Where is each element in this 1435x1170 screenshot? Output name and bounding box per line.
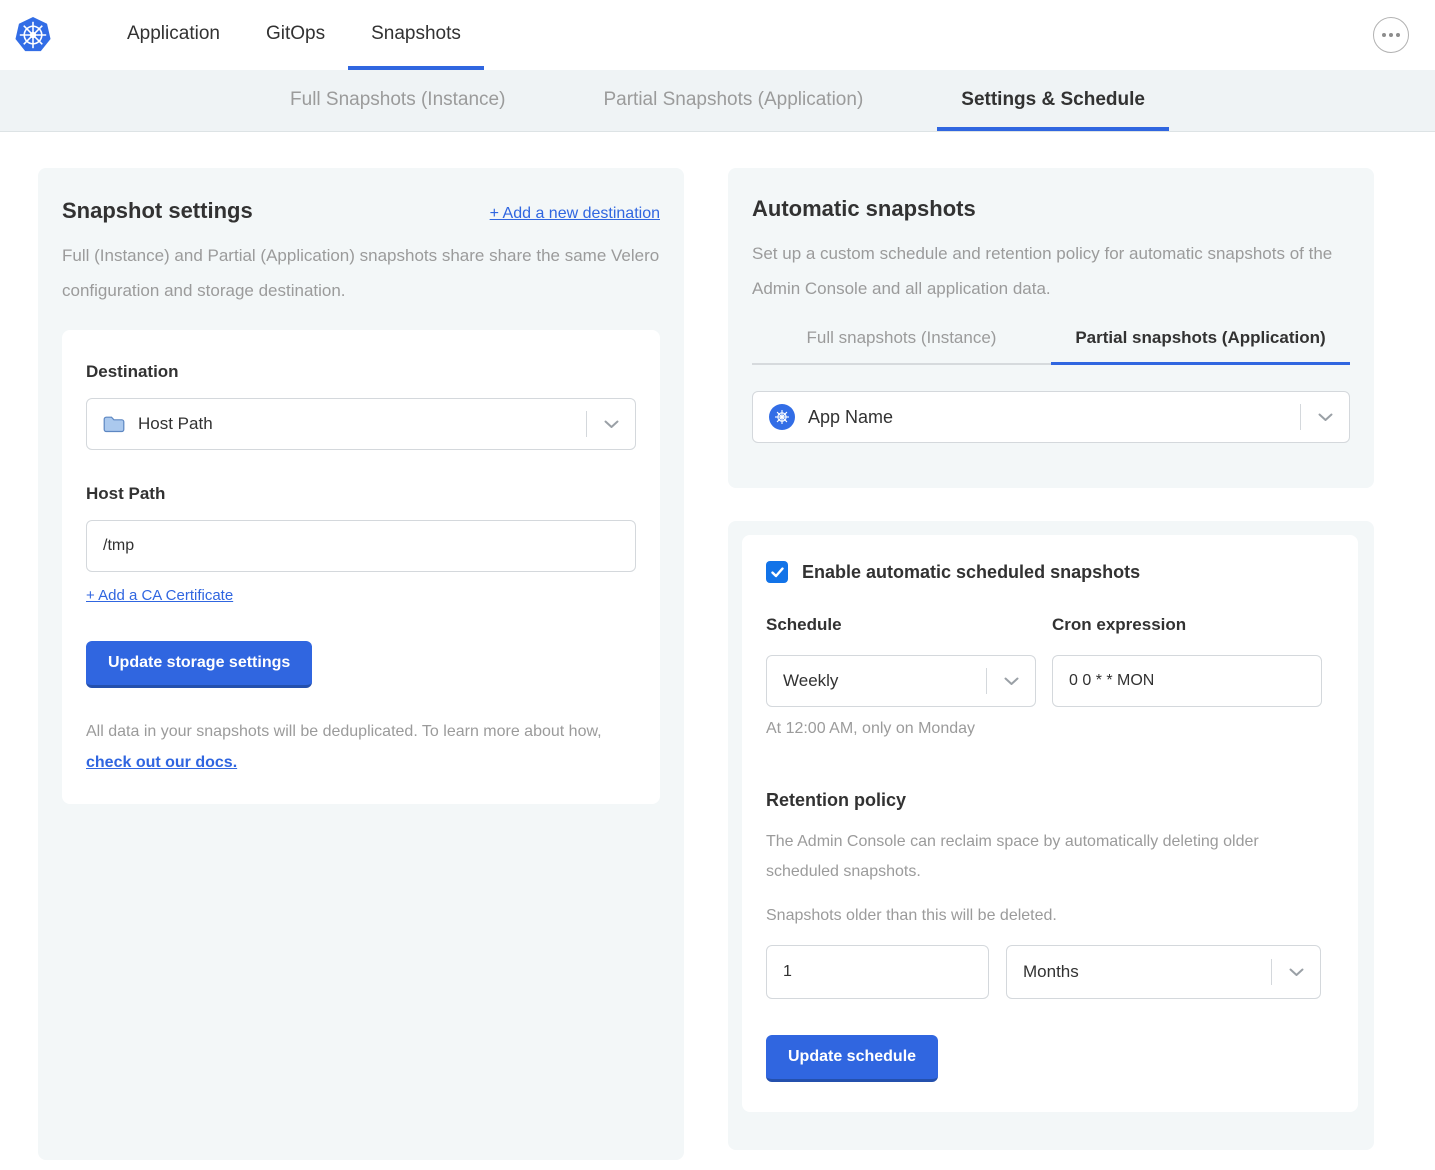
destination-label: Destination (86, 362, 636, 382)
tab-partial-snapshots-application[interactable]: Partial Snapshots (Application) (579, 70, 887, 131)
retention-policy-title: Retention policy (766, 790, 1334, 811)
host-path-input[interactable] (86, 520, 636, 572)
update-storage-settings-button[interactable]: Update storage settings (86, 641, 312, 688)
retention-policy-description: The Admin Console can reclaim space by a… (766, 827, 1306, 887)
retention-unit-value: Months (1023, 962, 1079, 982)
snapshots-subnav: Full Snapshots (Instance) Partial Snapsh… (0, 70, 1435, 132)
retention-unit-select[interactable]: Months (1006, 945, 1321, 999)
deduplication-note-text: All data in your snapshots will be dedup… (86, 723, 602, 740)
host-path-label: Host Path (86, 484, 636, 504)
destination-value: Host Path (138, 414, 213, 434)
schedule-card: Enable automatic scheduled snapshots Sch… (742, 535, 1358, 1112)
snapshot-settings-description: Full (Instance) and Partial (Application… (62, 238, 660, 308)
storage-settings-panel: Destination Host Path Host Path + Add a … (62, 330, 660, 804)
folder-icon (103, 416, 125, 433)
snapshot-settings-header: Snapshot settings + Add a new destinatio… (62, 198, 660, 224)
automatic-snapshots-description: Set up a custom schedule and retention p… (752, 236, 1350, 306)
chevron-down-icon (1301, 413, 1349, 422)
cron-expression-label: Cron expression (1052, 615, 1322, 635)
main-content: Snapshot settings + Add a new destinatio… (0, 132, 1435, 1170)
cron-expression-input[interactable] (1052, 655, 1322, 707)
ellipsis-icon (1382, 33, 1386, 37)
check-icon (771, 567, 784, 578)
enable-snapshots-row: Enable automatic scheduled snapshots (766, 561, 1334, 583)
add-ca-certificate-link[interactable]: + Add a CA Certificate (86, 587, 233, 604)
tab-full-snapshots-instance[interactable]: Full Snapshots (Instance) (266, 70, 529, 131)
schedule-grid: Schedule Cron expression Weekly (766, 615, 1334, 707)
chevron-down-icon (587, 420, 635, 429)
app-kubernetes-icon (769, 404, 795, 430)
right-column: Automatic snapshots Set up a custom sche… (728, 168, 1374, 1150)
destination-select[interactable]: Host Path (86, 398, 636, 450)
tab-settings-schedule[interactable]: Settings & Schedule (937, 70, 1169, 131)
schedule-card-container: Enable automatic scheduled snapshots Sch… (728, 521, 1374, 1150)
automatic-snapshots-title: Automatic snapshots (752, 196, 1350, 222)
chevron-down-icon (1272, 968, 1320, 977)
nav-tab-gitops[interactable]: GitOps (243, 0, 348, 70)
main-nav: Application GitOps Snapshots (104, 0, 484, 70)
add-new-destination-link[interactable]: + Add a new destination (490, 205, 660, 223)
ca-certificate-row: + Add a CA Certificate (86, 587, 636, 605)
tab-partial-snapshots[interactable]: Partial snapshots (Application) (1051, 328, 1350, 365)
chevron-down-icon (987, 677, 1035, 686)
update-schedule-button[interactable]: Update schedule (766, 1035, 938, 1082)
retention-grid: Months (766, 945, 1334, 999)
retention-value-input[interactable] (766, 945, 989, 999)
snapshot-settings-card: Snapshot settings + Add a new destinatio… (38, 168, 684, 1160)
snapshot-settings-title: Snapshot settings (62, 198, 253, 224)
enable-snapshots-checkbox[interactable] (766, 561, 788, 583)
automatic-snapshots-tabs: Full snapshots (Instance) Partial snapsh… (752, 328, 1350, 365)
automatic-snapshots-card: Automatic snapshots Set up a custom sche… (728, 168, 1374, 488)
app-select[interactable]: App Name (752, 391, 1350, 443)
schedule-label: Schedule (766, 615, 1036, 635)
kubernetes-logo-icon (14, 16, 52, 54)
enable-snapshots-label: Enable automatic scheduled snapshots (802, 562, 1140, 583)
schedule-interval-value: Weekly (783, 671, 838, 691)
app-select-value: App Name (808, 407, 893, 428)
retention-hint-text: Snapshots older than this will be delete… (766, 907, 1334, 925)
docs-link[interactable]: check out our docs. (86, 754, 237, 771)
deduplication-note: All data in your snapshots will be dedup… (86, 716, 636, 778)
schedule-interval-select[interactable]: Weekly (766, 655, 1036, 707)
nav-tab-application[interactable]: Application (104, 0, 243, 70)
cron-readable-text: At 12:00 AM, only on Monday (766, 720, 1334, 738)
top-navbar: Application GitOps Snapshots (0, 0, 1435, 70)
tab-full-snapshots[interactable]: Full snapshots (Instance) (752, 328, 1051, 365)
overflow-menu-button[interactable] (1373, 17, 1409, 53)
nav-tab-snapshots[interactable]: Snapshots (348, 0, 484, 70)
